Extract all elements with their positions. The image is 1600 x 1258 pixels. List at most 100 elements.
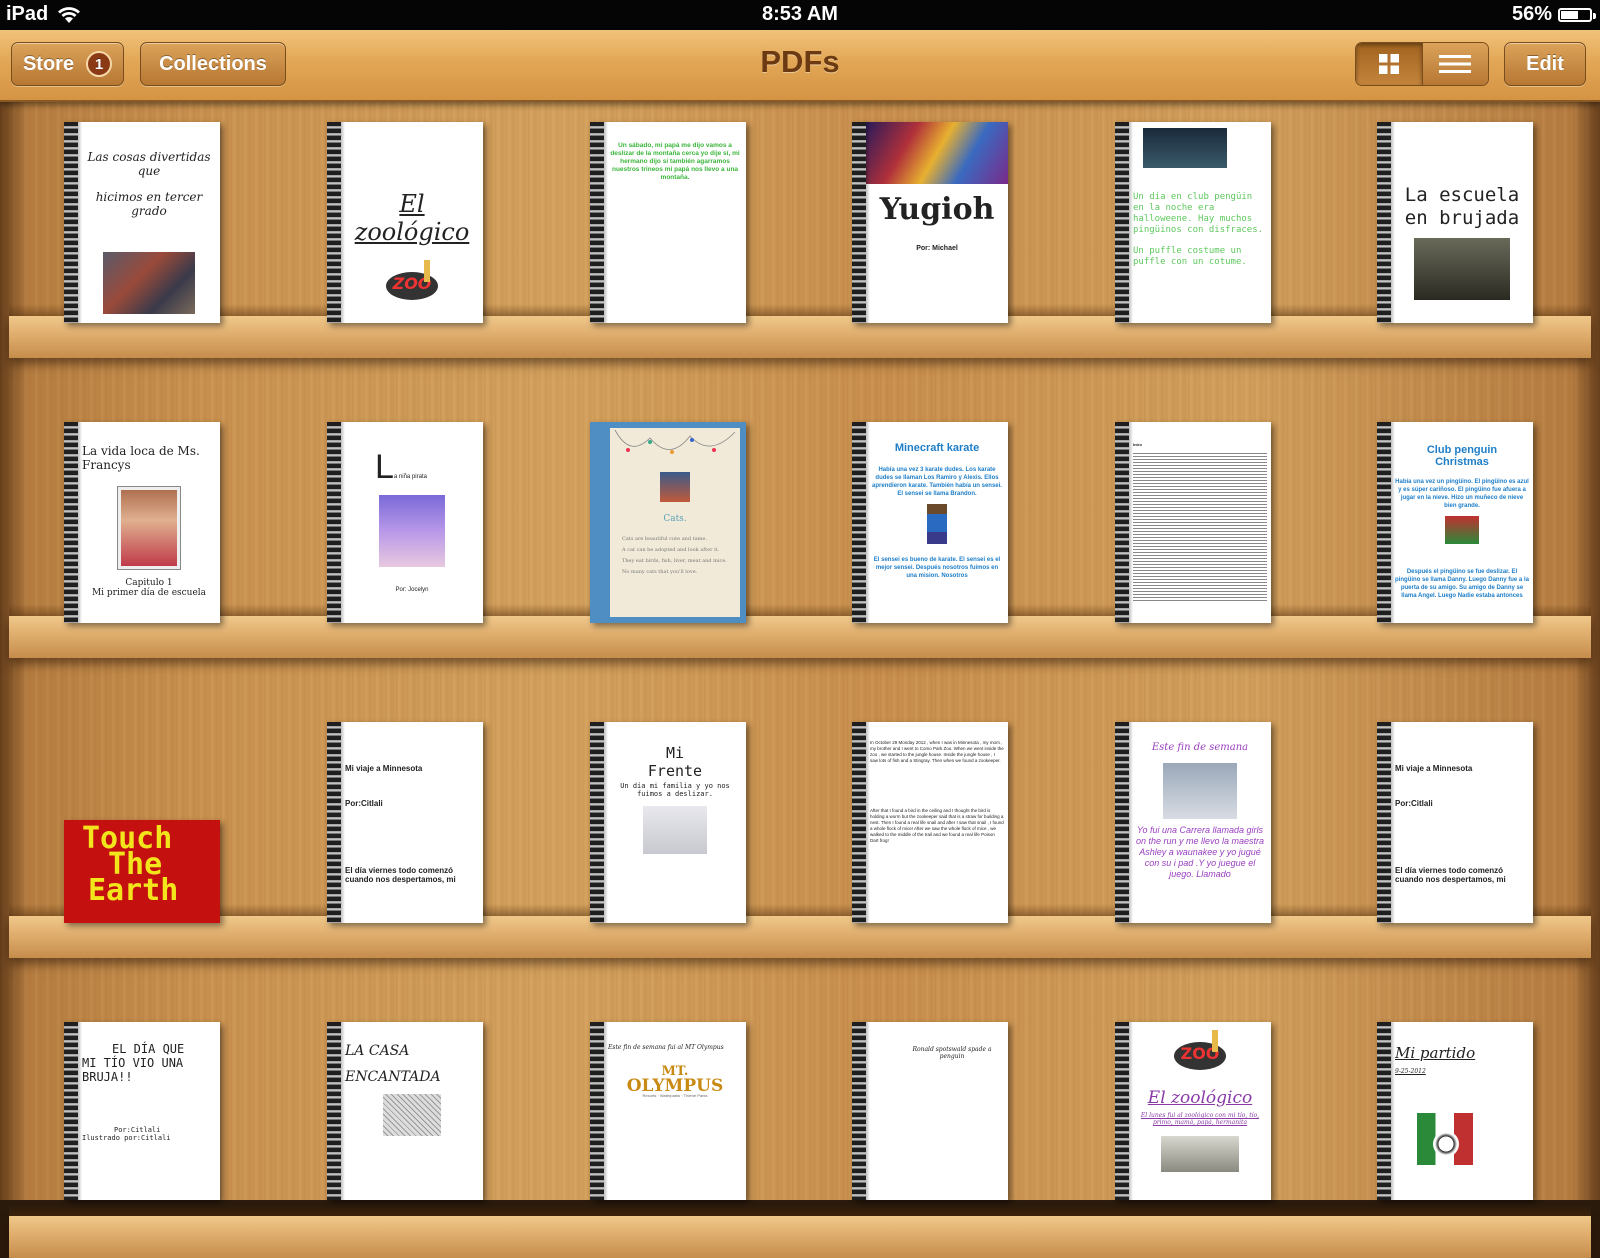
cover-title: Francys (82, 458, 131, 472)
cover-subtitle: Este fin de semana fui al MT Olympus (608, 1044, 724, 1051)
shelf-plank (9, 904, 1591, 958)
cover-big-letter: L (375, 448, 394, 486)
cover-text: Un día mi familia y yo nos fuimos a desl… (620, 782, 730, 798)
cover-title: EL DÍA QUE (112, 1042, 185, 1056)
christmas-picture (1445, 516, 1479, 544)
cover-title: Minecraft karate (894, 442, 980, 454)
cover-date: 9-25-2012 (1395, 1068, 1426, 1075)
book-mi-viaje-a-minnesota[interactable]: Mi viaje a Minnesota Por:Citlali El día … (327, 722, 483, 923)
cover-caption: Capitulo 1 (125, 578, 173, 588)
book-este-fin-de-semana[interactable]: Este fin de semana Yo fui una Carrera ll… (1115, 722, 1271, 923)
yugioh-art (866, 122, 1008, 184)
cover-content: Intro (1133, 428, 1267, 619)
cover-byline: Por:Citlali (345, 799, 383, 808)
cover-title: El zoológico (1147, 1088, 1253, 1108)
cover-title: ENCANTADA (345, 1069, 441, 1085)
book-las-cosas-divertidas[interactable]: Las cosas divertidas que hicimos en terc… (64, 122, 220, 323)
battery-fill (1561, 10, 1578, 19)
book-un-sabado[interactable]: Un sábado, mi papá me dijo vamos a desli… (590, 122, 746, 323)
cover-title: Frente (647, 762, 703, 780)
book-ronald-penguin[interactable]: Ronald spotswald spade a penguin (852, 1022, 1008, 1200)
cover-title: Cats. (663, 514, 687, 524)
book-el-zoologico[interactable]: El zoológico ZOO (327, 122, 483, 323)
cover-content: La escuela en brujada (1395, 128, 1529, 319)
cover-line: A cat can be adopted and look after it. (622, 547, 720, 553)
cover-content: EL DÍA QUE MI TÍO VIO UNA BRUJA!! Por:Ci… (82, 1028, 216, 1196)
book-mt-olympus[interactable]: Este fin de semana fui al MT Olympus MT.… (590, 1022, 746, 1200)
cover-content: Este fin de semana fui al MT Olympus MT.… (608, 1028, 742, 1196)
book-el-zoologico-2[interactable]: ZOO El zoológico El lunes fui al zoológi… (1115, 1022, 1271, 1200)
cover-title: El zoológico (354, 190, 470, 246)
cover-text: Había una vez 3 karate dudes. Los karate… (872, 467, 1002, 497)
cover-title: Este fin de semana (1151, 742, 1249, 753)
cover-content: Yugioh Por: Michael (866, 122, 1008, 319)
medal-photo (1163, 763, 1237, 819)
cover-text: In October 29 Monday 2012 , when I was i… (870, 740, 1004, 763)
cover-text: El sensei es bueno de karate. El sensei … (873, 557, 1001, 579)
cover-lines: Cats are beautiful cute and tame. A cat … (622, 534, 740, 578)
string-lights-icon (614, 429, 736, 454)
book-el-dia-que-mi-tio[interactable]: EL DÍA QUE MI TÍO VIO UNA BRUJA!! Por:Ci… (64, 1022, 220, 1200)
cover-line: They eat birds, fish, liver, meat and mi… (622, 558, 727, 564)
class-photo (103, 252, 195, 314)
book-mi-partido[interactable]: Mi partido 9-25-2012 (1377, 1022, 1533, 1200)
haunted-school-photo (1414, 238, 1510, 300)
cover-text: Después el pingüino se fue deslizar. El … (1395, 569, 1529, 599)
edit-button[interactable]: Edit (1504, 42, 1586, 86)
bookshelf: Las cosas divertidas que hicimos en terc… (0, 100, 1600, 1258)
minecraft-character (927, 504, 947, 544)
cover-text: Había una vez un pingüino. El pingüino e… (1395, 479, 1529, 509)
book-la-escuela-en-brujada[interactable]: La escuela en brujada (1377, 122, 1533, 323)
book-club-penguin-christmas[interactable]: Club penguin Christmas Había una vez un … (1377, 422, 1533, 623)
status-bar: iPad 8:53 AM 56% (0, 0, 1600, 30)
book-la-vida-loca[interactable]: La vida loca de Ms. Francys Capitulo 1 M… (64, 422, 220, 623)
zoo-logo-icon: ZOO (384, 258, 440, 302)
cover-text: Un sábado, mi papá me dijo vamos a desli… (610, 142, 740, 181)
cover-content: Club penguin Christmas Había una vez un … (1395, 428, 1529, 619)
book-minecraft-karate[interactable]: Minecraft karate Había una vez 3 karate … (852, 422, 1008, 623)
cover-byline: Por:Citlali (114, 1126, 161, 1134)
shelf-plank (9, 1204, 1591, 1258)
cover-title: Yugioh (879, 192, 995, 227)
cover-byline: Por: Michael (916, 245, 958, 252)
cover-title: Mi viaje a Minnesota (1395, 764, 1473, 773)
book-como-park-zoo[interactable]: In October 29 Monday 2012 , when I was i… (852, 722, 1008, 923)
book-touch-the-earth[interactable]: Touch The Earth (64, 820, 220, 923)
book-club-penguin-halloween[interactable]: Un día en club pengüin en la noche era h… (1115, 122, 1271, 323)
cover-content: La niña pirata Por: Jocelyn (345, 428, 479, 619)
cover-title: Christmas (1435, 456, 1489, 468)
cover-byline: Por: Jocelyn (395, 587, 429, 593)
book-intro-text[interactable]: Intro (1115, 422, 1271, 623)
book-cats[interactable]: Cats. Cats are beautiful cute and tame. … (590, 422, 746, 623)
cover-content: Las cosas divertidas que hicimos en terc… (82, 128, 216, 319)
cover-title: BRUJA!! (82, 1070, 133, 1084)
cover-title: hicimos en tercer grado (95, 190, 203, 218)
book-la-casa-encantada[interactable]: LA CASA ENCANTADA (327, 1022, 483, 1200)
list-view-button[interactable] (1421, 43, 1488, 85)
cover-text: El día viernes todo comenzó cuando nos d… (345, 866, 456, 884)
zoo-logo-icon: ZOO (1174, 1030, 1226, 1070)
cover-content: Este fin de semana Yo fui una Carrera ll… (1133, 728, 1267, 919)
cover-panel: Cats. Cats are beautiful cute and tame. … (610, 428, 740, 617)
pirate-girl-drawing (379, 495, 445, 567)
shelf-plank (9, 604, 1591, 658)
cover-content: Mi partido 9-25-2012 (1395, 1028, 1529, 1196)
grid-icon (1378, 54, 1399, 74)
cover-content: Touch The Earth (82, 824, 216, 919)
battery-percent: 56% (1511, 3, 1552, 25)
navigation-bar: Store 1 Collections PDFs Edit (0, 30, 1600, 102)
book-mi-frente[interactable]: Mi Frente Un día mi familia y yo nos fui… (590, 722, 746, 923)
cover-content: Mi viaje a Minnesota Por:Citlali El día … (345, 728, 479, 919)
cover-heading: Intro (1133, 442, 1142, 447)
cover-content: La vida loca de Ms. Francys Capitulo 1 M… (82, 428, 216, 619)
cover-content: El zoológico ZOO (345, 128, 479, 319)
book-mi-viaje-a-minnesota-copy[interactable]: Mi viaje a Minnesota Por:Citlali El día … (1377, 722, 1533, 923)
grid-view-button[interactable] (1356, 43, 1422, 85)
cat-picture (660, 472, 690, 502)
cover-title: Las cosas divertidas que (87, 150, 211, 178)
book-la-nina-pirata[interactable]: La niña pirata Por: Jocelyn (327, 422, 483, 623)
dense-text-block (1133, 451, 1267, 601)
cover-caption: Mi primer día de escuela (91, 588, 207, 598)
book-yugioh[interactable]: Yugioh Por: Michael (852, 122, 1008, 323)
halloween-banner (1143, 128, 1227, 168)
